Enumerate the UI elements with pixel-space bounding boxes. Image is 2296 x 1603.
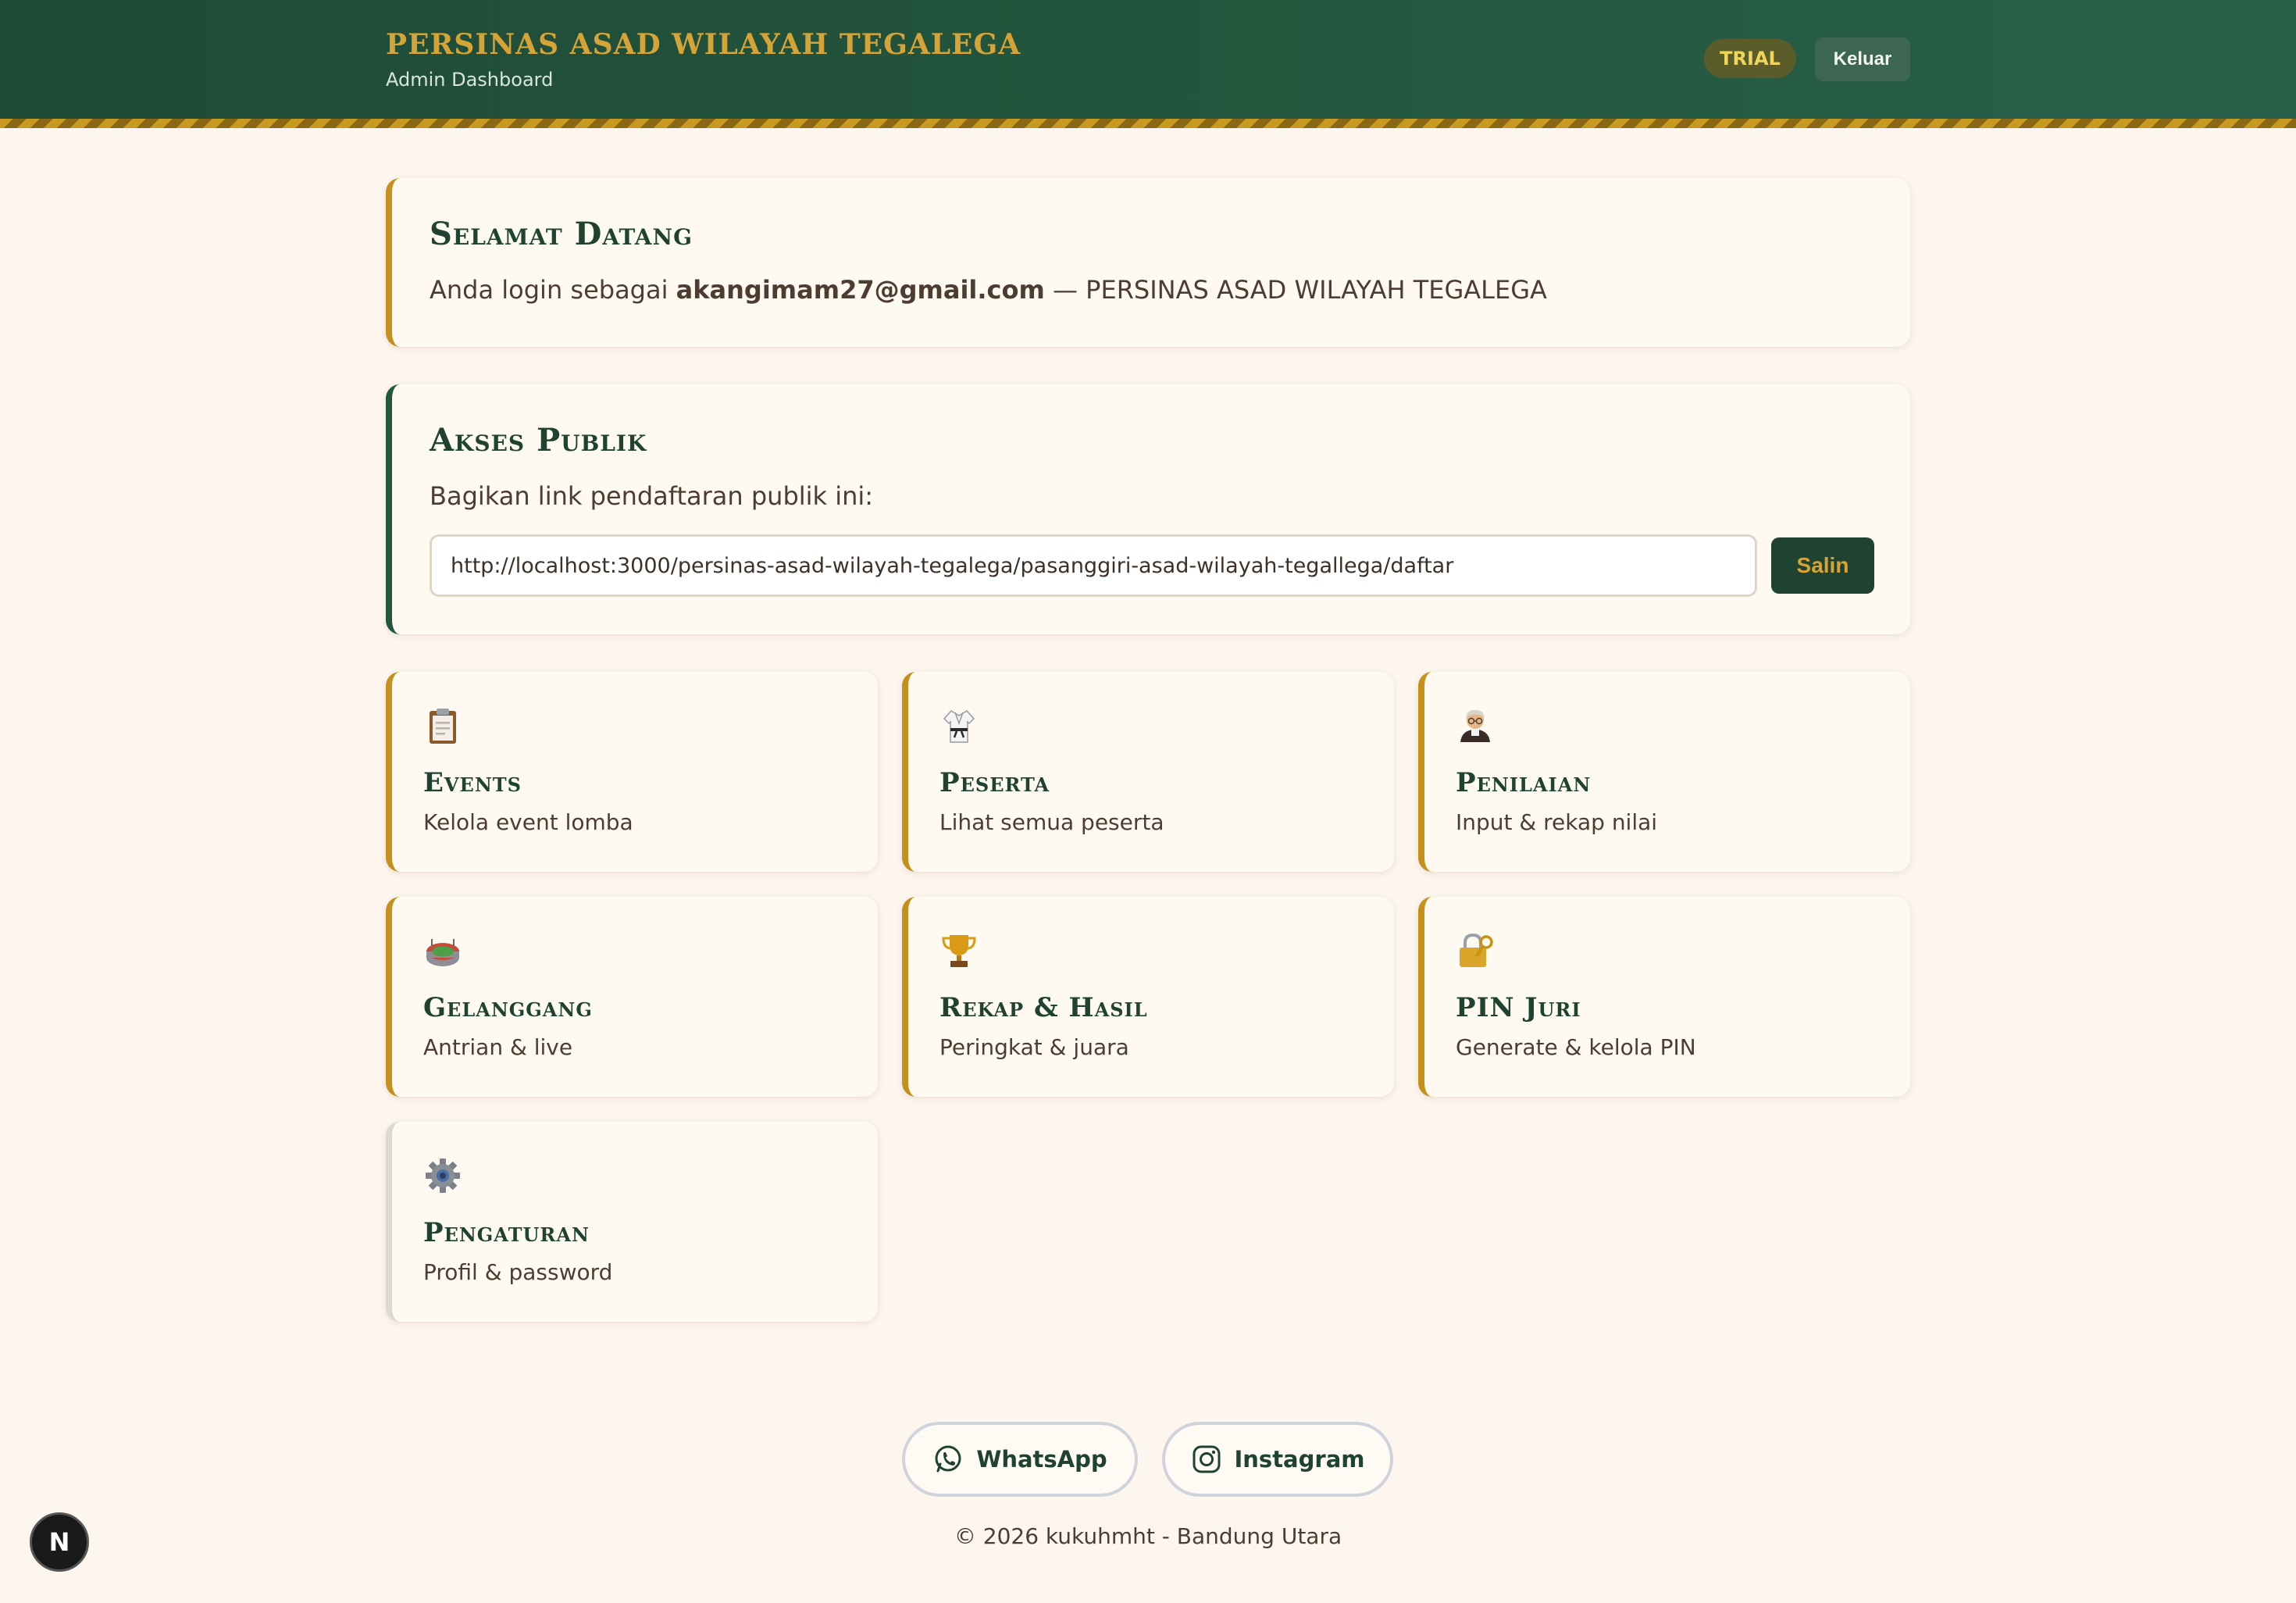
- menu-card-pin-juri[interactable]: PIN Juri Generate & kelola PIN: [1418, 897, 1910, 1097]
- menu-title: Rekap & Hasil: [939, 992, 1148, 1023]
- stadium-icon: [426, 939, 459, 966]
- welcome-card: Selamat Datang Anda login sebagai akangi…: [386, 178, 1910, 347]
- menu-desc: Input & rekap nilai: [1456, 809, 1658, 835]
- menu-title: Events: [423, 767, 522, 798]
- copyright-text: © 2026 kukuhmht - Bandung Utara: [954, 1523, 1342, 1549]
- welcome-suffix: — PERSINAS ASAD WILAYAH TEGALEGA: [1053, 275, 1547, 305]
- user-email: akangimam27@gmail.com: [676, 275, 1045, 305]
- menu-card-gelanggang[interactable]: Gelanggang Antrian & live: [386, 897, 878, 1097]
- martial-arts-uniform-icon: [943, 710, 975, 743]
- menu-desc: Lihat semua peserta: [939, 809, 1164, 835]
- trophy-icon: [942, 935, 976, 967]
- gear-icon: [426, 1159, 460, 1193]
- public-access-card: Akses Publik Bagikan link pendaftaran pu…: [386, 384, 1910, 634]
- menu-card-rekap-hasil[interactable]: Rekap & Hasil Peringkat & juara: [902, 897, 1394, 1097]
- menu-desc: Generate & kelola PIN: [1456, 1034, 1696, 1060]
- menu-card-pengaturan[interactable]: Pengaturan Profil & password: [386, 1122, 878, 1322]
- plan-badge: TRIAL: [1704, 39, 1796, 78]
- menu-title: Pengaturan: [423, 1217, 590, 1248]
- instagram-icon: [1193, 1445, 1220, 1473]
- whatsapp-label: WhatsApp: [976, 1446, 1107, 1473]
- whatsapp-icon: [935, 1445, 961, 1473]
- dev-tools-badge[interactable]: N: [30, 1512, 89, 1572]
- lock-key-icon: [1460, 933, 1493, 967]
- menu-desc: Kelola event lomba: [423, 809, 633, 835]
- menu-title: Gelanggang: [423, 992, 593, 1023]
- menu-card-peserta[interactable]: Peserta Lihat semua peserta: [902, 672, 1394, 872]
- menu-desc: Profil & password: [423, 1259, 613, 1285]
- header-stripe: [0, 119, 2296, 128]
- menu-title: PIN Juri: [1456, 992, 1581, 1023]
- menu-title: Peserta: [939, 767, 1050, 798]
- whatsapp-button[interactable]: WhatsApp: [902, 1422, 1138, 1497]
- welcome-line: Anda login sebagai akangimam27@gmail.com…: [430, 275, 1547, 305]
- public-url-input[interactable]: [430, 534, 1757, 597]
- top-header: PERSINAS ASAD WILAYAH TEGALEGA Admin Das…: [0, 0, 2296, 119]
- header-subtitle: Admin Dashboard: [386, 69, 554, 91]
- menu-title: Penilaian: [1456, 767, 1592, 798]
- menu-card-penilaian[interactable]: Penilaian Input & rekap nilai: [1418, 672, 1910, 872]
- welcome-title: Selamat Datang: [430, 216, 693, 252]
- menu-desc: Peringkat & juara: [939, 1034, 1129, 1060]
- public-access-title: Akses Publik: [430, 422, 647, 459]
- logout-button[interactable]: Keluar: [1815, 37, 1910, 81]
- instagram-label: Instagram: [1234, 1446, 1365, 1473]
- menu-card-events[interactable]: Events Kelola event lomba: [386, 672, 878, 872]
- welcome-prefix: Anda login sebagai: [430, 275, 668, 305]
- clipboard-icon: [430, 709, 456, 744]
- org-name: PERSINAS ASAD WILAYAH TEGALEGA: [386, 28, 1021, 61]
- judge-icon: [1460, 709, 1490, 742]
- instagram-button[interactable]: Instagram: [1162, 1422, 1393, 1497]
- menu-desc: Antrian & live: [423, 1034, 573, 1060]
- copy-button[interactable]: Salin: [1771, 537, 1874, 594]
- public-access-description: Bagikan link pendaftaran publik ini:: [430, 481, 874, 511]
